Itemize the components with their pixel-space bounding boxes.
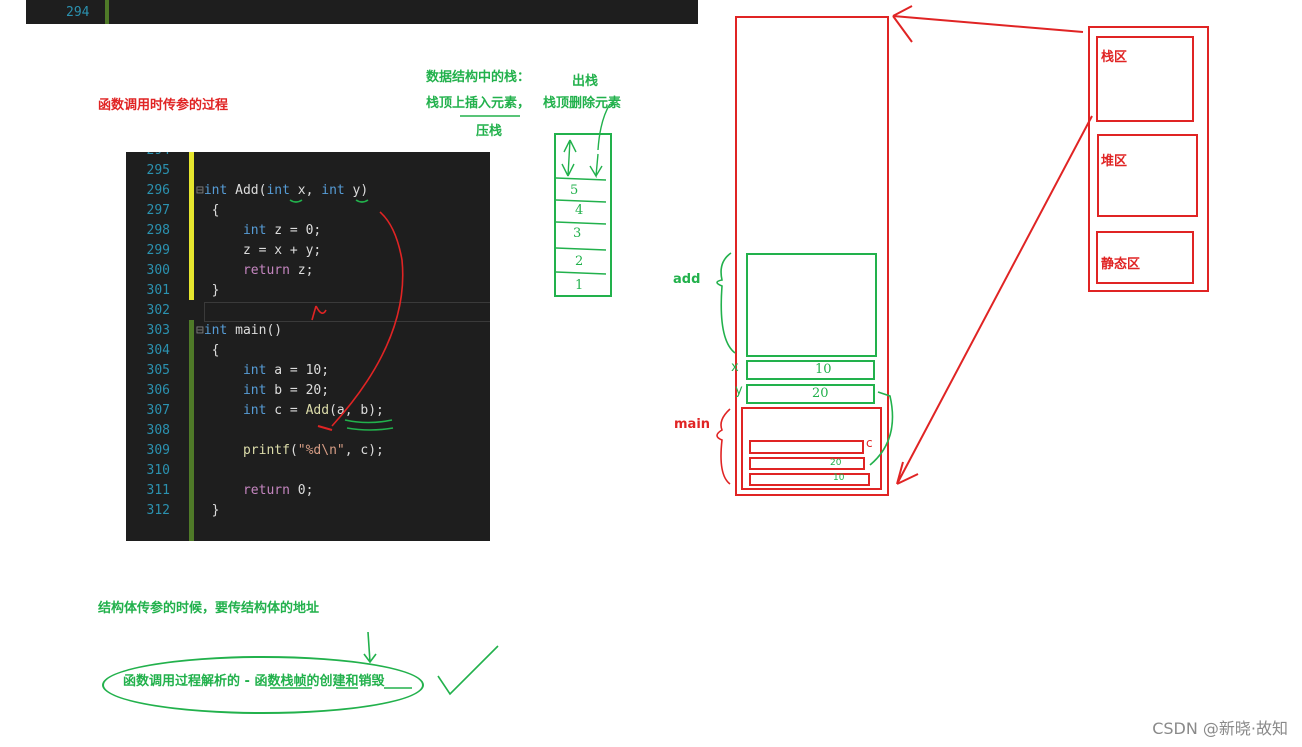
down-arrow <box>363 631 377 664</box>
main-brace <box>716 408 731 485</box>
stack-dividers <box>555 177 607 275</box>
param-underlines <box>289 199 394 431</box>
main-mark <box>311 305 327 321</box>
stack-arrow-bottom <box>896 115 1093 485</box>
check-mark <box>437 645 499 696</box>
watermark: CSDN @新晓·故知 <box>1152 719 1288 738</box>
add-brace <box>716 252 736 354</box>
push-pop-arrows <box>561 139 603 179</box>
call-arrow <box>331 211 404 427</box>
pop-arrow-curve <box>597 103 611 151</box>
copy-arrow <box>869 391 894 466</box>
annotation-strokes <box>270 5 1093 696</box>
call-underline <box>317 425 333 431</box>
stack-arrow-top <box>892 5 1084 43</box>
